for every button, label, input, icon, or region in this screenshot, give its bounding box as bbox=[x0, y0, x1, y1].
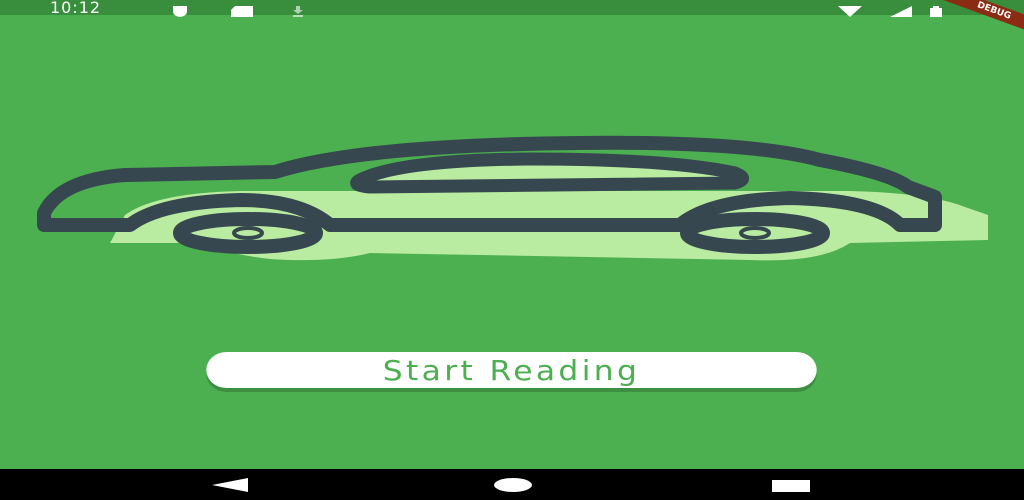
download-icon bbox=[291, 2, 305, 21]
car-icon bbox=[30, 135, 994, 265]
status-bar: 10:12 DEBUG bbox=[0, 0, 1024, 39]
sd-card-icon bbox=[231, 2, 253, 21]
wifi-icon bbox=[838, 2, 862, 21]
signal-icon bbox=[890, 2, 912, 21]
back-icon[interactable] bbox=[212, 477, 248, 496]
navigation-bar bbox=[0, 469, 1024, 500]
battery-icon bbox=[930, 2, 942, 21]
status-time: 10:12 bbox=[50, 0, 102, 17]
recents-icon[interactable] bbox=[772, 477, 810, 496]
debug-banner: DEBUG bbox=[935, 0, 1024, 39]
shield-icon bbox=[172, 2, 188, 21]
home-icon[interactable] bbox=[494, 477, 532, 496]
start-reading-button[interactable]: Start Reading bbox=[206, 352, 817, 388]
